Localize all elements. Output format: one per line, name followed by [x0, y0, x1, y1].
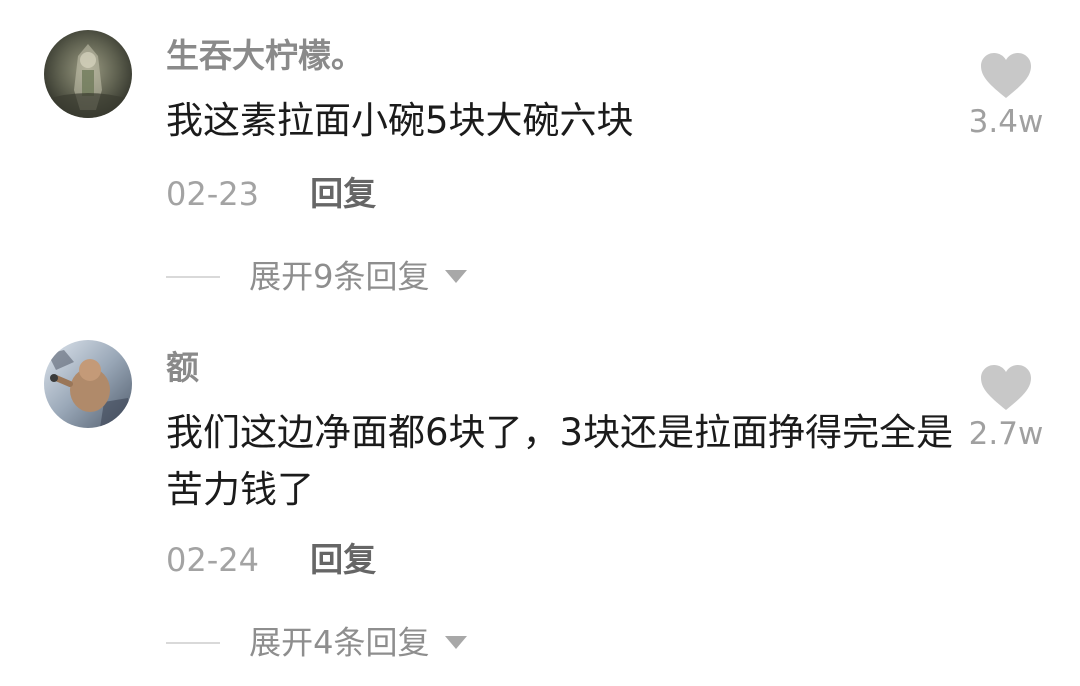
expand-replies-button[interactable]: 展开4条回复 — [166, 622, 467, 662]
expand-replies-label: 展开4条回复 — [249, 623, 430, 662]
heart-icon[interactable] — [980, 364, 1032, 412]
divider-line — [166, 641, 220, 644]
username[interactable]: 额 — [166, 348, 199, 388]
comment-text: 我这素拉面小碗5块大碗六块 — [166, 99, 634, 142]
user-avatar[interactable] — [44, 30, 132, 118]
divider-line — [166, 275, 220, 278]
reply-button[interactable]: 回复 — [310, 174, 376, 214]
comment-meta: 02-24 回复 — [166, 540, 376, 580]
reply-button[interactable]: 回复 — [310, 540, 376, 580]
like-count: 2.7w — [968, 416, 1044, 452]
avatar-icon — [44, 340, 132, 428]
expand-replies-button[interactable]: 展开9条回复 — [166, 256, 467, 296]
comment-text: 我们这边净面都6块了，3块还是拉面挣得完全是苦力钱了 — [166, 411, 954, 511]
chevron-down-icon — [444, 270, 467, 283]
comment-date: 02-23 — [166, 175, 259, 213]
heart-icon[interactable] — [980, 52, 1032, 100]
like-section: 2.7w — [958, 364, 1054, 452]
username[interactable]: 生吞大柠檬。 — [166, 36, 364, 76]
user-avatar[interactable] — [44, 340, 132, 428]
like-section: 3.4w — [958, 52, 1054, 140]
avatar-icon — [44, 30, 132, 118]
chevron-down-icon — [444, 636, 467, 649]
like-count: 3.4w — [968, 104, 1044, 140]
expand-replies-label: 展开9条回复 — [249, 257, 430, 296]
comment-date: 02-24 — [166, 541, 259, 579]
comment-meta: 02-23 回复 — [166, 174, 376, 214]
